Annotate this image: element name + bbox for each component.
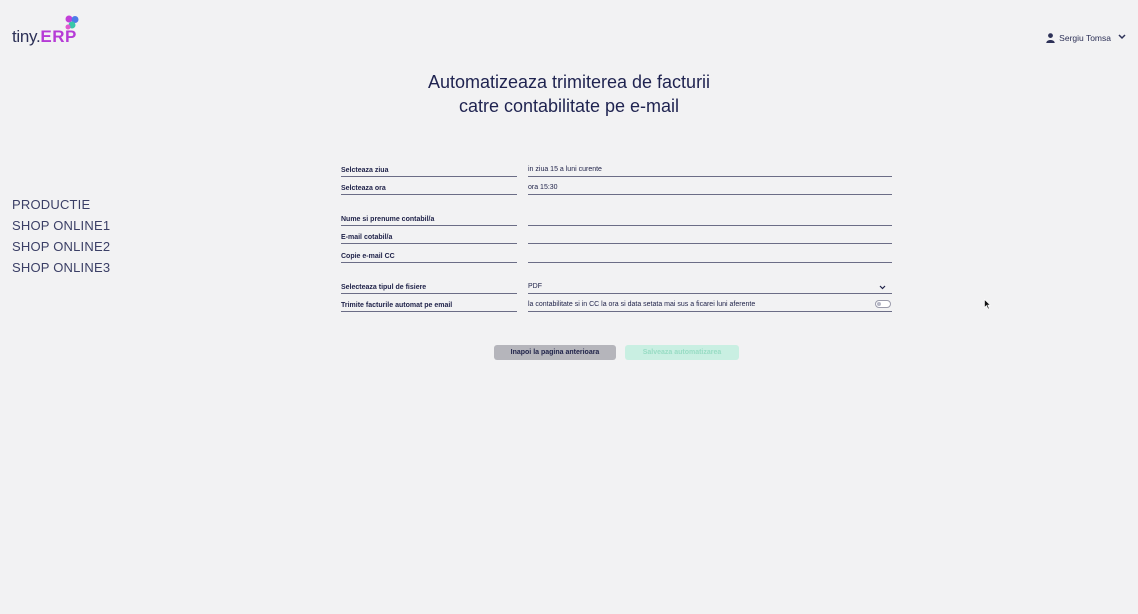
hour-select[interactable]: ora 15:30	[528, 184, 892, 195]
chevron-down-icon	[879, 283, 886, 292]
hour-label: Selcteaza ora	[341, 185, 517, 195]
accountant-name-row: Nume si prenume contabil/a	[341, 208, 892, 226]
accountant-email-label: E-mail cotabil/a	[341, 234, 517, 244]
page-title-line2: catre contabilitate pe e-mail	[458, 96, 680, 116]
auto-send-row: Trimite facturile automat pe email la co…	[341, 294, 892, 312]
chevron-down-icon	[1118, 32, 1126, 42]
file-type-label: Selecteaza tipul de fisiere	[341, 284, 517, 294]
accountant-name-field[interactable]	[528, 215, 892, 226]
accountant-email-row: E-mail cotabil/a	[341, 226, 892, 244]
auto-send-toggle[interactable]	[875, 300, 891, 308]
logo-mark-icon	[65, 15, 79, 30]
sidebar-item-shop-online1[interactable]: SHOP ONLINE1	[12, 215, 110, 236]
back-button[interactable]: Inapoi la pagina anterioara	[494, 345, 616, 360]
sidebar-item-shop-online2[interactable]: SHOP ONLINE2	[12, 236, 110, 257]
cc-email-row: Copie e-mail CC	[341, 245, 892, 263]
page-title: Automatizeaza trimiterea de facturii cat…	[0, 70, 1138, 118]
page-title-line1: Automatizeaza trimiterea de facturii	[427, 72, 711, 92]
auto-send-text: la contabilitate si in CC la ora si data…	[528, 301, 756, 308]
cc-email-label: Copie e-mail CC	[341, 253, 517, 263]
save-automation-button[interactable]: Salveaza automatizarea	[625, 345, 739, 360]
cc-email-field[interactable]	[528, 252, 892, 263]
auto-send-description: la contabilitate si in CC la ora si data…	[528, 300, 892, 312]
file-type-row: Selecteaza tipul de fisiere PDF	[341, 276, 892, 294]
user-menu[interactable]: Sergiu Tomsa	[1046, 33, 1126, 43]
auto-send-label: Trimite facturile automat pe email	[341, 302, 517, 312]
user-name: Sergiu Tomsa	[1059, 33, 1111, 43]
mouse-cursor-icon	[984, 297, 992, 315]
day-label: Selcteaza ziua	[341, 167, 517, 177]
file-type-value: PDF	[528, 283, 542, 290]
sidebar-item-productie[interactable]: PRODUCTIE	[12, 194, 110, 215]
accountant-email-field[interactable]	[528, 233, 892, 244]
hour-row: Selcteaza ora ora 15:30	[341, 177, 892, 195]
day-select[interactable]: in ziua 15 a luni curente	[528, 166, 892, 177]
accountant-name-label: Nume si prenume contabil/a	[341, 216, 517, 226]
file-type-select[interactable]: PDF	[528, 283, 892, 294]
user-icon	[1046, 33, 1055, 43]
sidebar-item-shop-online3[interactable]: SHOP ONLINE3	[12, 257, 110, 278]
sidebar: PRODUCTIE SHOP ONLINE1 SHOP ONLINE2 SHOP…	[12, 194, 110, 278]
day-row: Selcteaza ziua in ziua 15 a luni curente	[341, 159, 892, 177]
